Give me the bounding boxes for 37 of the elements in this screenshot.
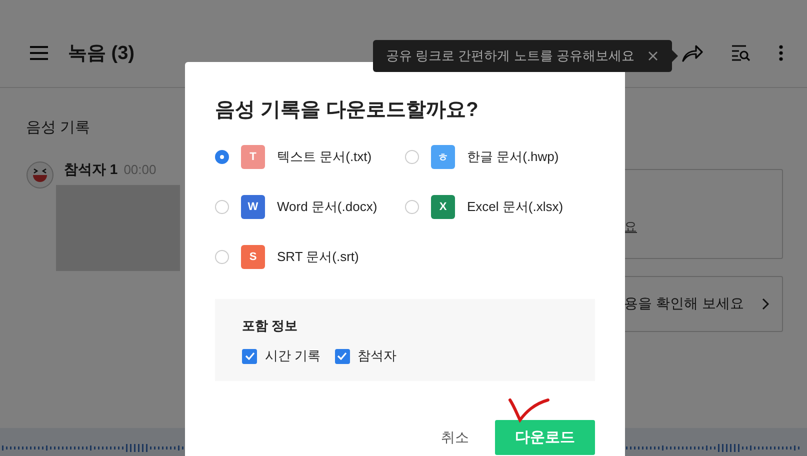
include-heading: 포함 정보 <box>242 317 299 335</box>
file-type-icon: ㅎ <box>431 145 455 169</box>
menu-icon[interactable] <box>29 44 49 60</box>
radio-button[interactable] <box>405 150 419 164</box>
checkbox-label: 시간 기록 <box>265 347 321 365</box>
format-label: SRT 문서(.srt) <box>277 248 359 266</box>
section-heading: 음성 기록 <box>26 118 92 137</box>
handdrawn-check-mark <box>508 397 552 423</box>
format-label: Word 문서(.docx) <box>277 198 378 216</box>
cancel-button[interactable]: 취소 <box>437 428 473 446</box>
close-icon[interactable] <box>648 51 658 61</box>
checkbox[interactable] <box>334 348 350 364</box>
radio-button[interactable] <box>405 200 419 214</box>
chevron-right-icon <box>762 298 770 310</box>
checkmark-icon <box>244 352 254 360</box>
checkbox[interactable] <box>242 348 257 364</box>
more-icon[interactable] <box>779 44 783 60</box>
checkmark-icon <box>337 352 348 360</box>
card-text: 용을 확인해 보세요 <box>624 295 744 313</box>
radio-button[interactable] <box>215 150 229 164</box>
radio-button[interactable] <box>215 200 229 214</box>
file-type-icon: X <box>431 195 455 219</box>
share-arrow-icon[interactable] <box>681 42 703 62</box>
file-type-icon: S <box>241 245 265 269</box>
speaker-name: 참석자 1 <box>64 161 118 179</box>
avatar-icon <box>26 161 54 189</box>
format-label: 텍스트 문서(.txt) <box>277 148 372 166</box>
format-label: 한글 문서(.hwp) <box>467 148 559 166</box>
dialog-title: 음성 기록을 다운로드할까요? <box>215 98 480 123</box>
file-type-icon: T <box>241 145 265 169</box>
page-title: 녹음 (3) <box>68 42 134 66</box>
radio-button[interactable] <box>215 250 229 264</box>
file-type-icon: W <box>241 195 265 219</box>
card-text: 요 <box>624 218 637 236</box>
checkbox-label: 참석자 <box>358 347 397 365</box>
tooltip-text: 공유 링크로 간편하게 노트를 공유해보세요 <box>386 47 634 65</box>
list-search-icon[interactable] <box>731 44 751 62</box>
